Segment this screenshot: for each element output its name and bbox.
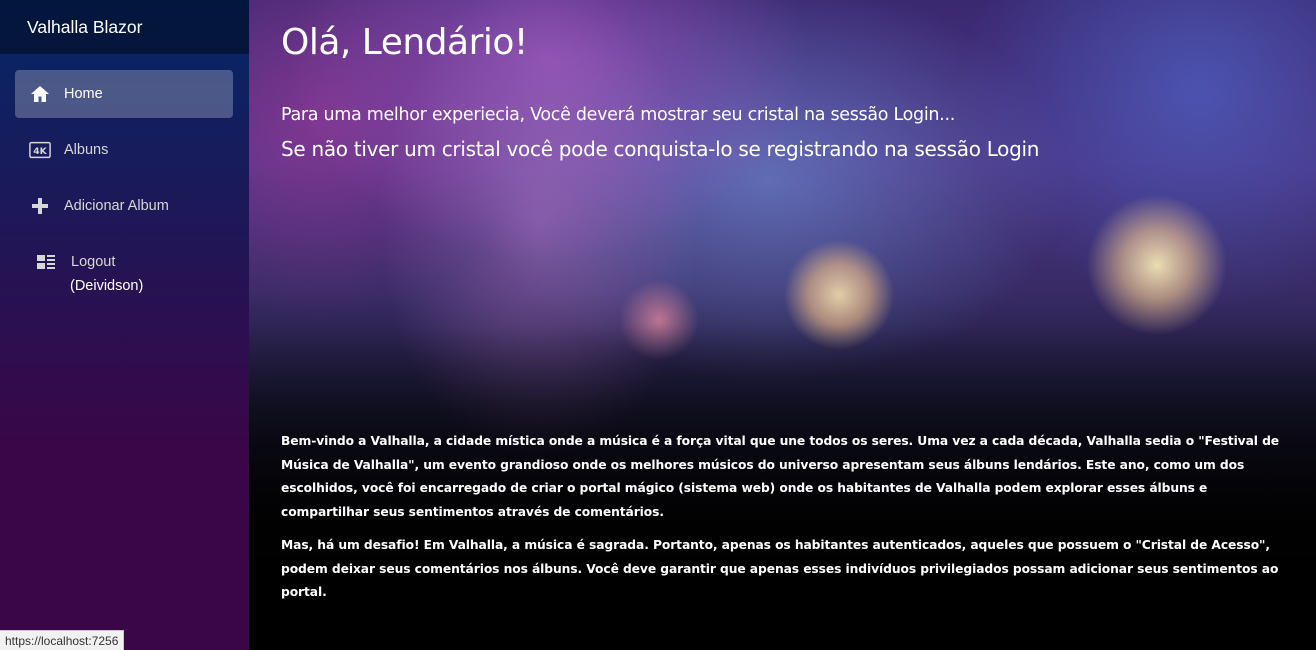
nav-item-adicionar-album[interactable]: Adicionar Album [15, 182, 233, 230]
nav-item-label: Logout [71, 254, 116, 270]
nav-menu: Home 4K Albuns Adicionar Album Logout (D… [0, 54, 249, 294]
brand-bar: Valhalla Blazor [0, 0, 249, 54]
header-content: Olá, Lendário! Para uma melhor experieci… [281, 0, 1286, 162]
login-hint: Para uma melhor experiecia, Você deverá … [281, 105, 955, 125]
main-content: Olá, Lendário! Para uma melhor experieci… [249, 0, 1316, 650]
nav-item-label: Adicionar Album [64, 198, 169, 214]
intro-paragraph: Bem-vindo a Valhalla, a cidade mística o… [281, 434, 1280, 519]
app-root: Valhalla Blazor Home 4K Albuns Adicionar… [0, 0, 1316, 650]
nav-item-albuns[interactable]: 4K Albuns [15, 126, 233, 174]
home-icon [29, 83, 51, 105]
nav-item-label: Home [64, 86, 103, 102]
status-bar-url: https://localhost:7256 [0, 630, 125, 650]
nav-item-home[interactable]: Home [15, 70, 233, 118]
4k-icon: 4K [29, 139, 51, 161]
brand-link[interactable]: Valhalla Blazor [27, 17, 142, 38]
page-title: Olá, Lendário! [281, 22, 528, 63]
sidebar: Valhalla Blazor Home 4K Albuns Adicionar… [0, 0, 249, 650]
list-icon [35, 251, 57, 273]
register-hint: Se não tiver um cristal você pode conqui… [281, 137, 1040, 161]
challenge-paragraph: Mas, há um desafio! Em Valhalla, a músic… [281, 538, 1279, 600]
plus-icon [29, 195, 51, 217]
nav-item-label: Albuns [64, 142, 109, 158]
svg-text:4K: 4K [33, 146, 47, 157]
user-name: (Deividson) [70, 278, 144, 294]
